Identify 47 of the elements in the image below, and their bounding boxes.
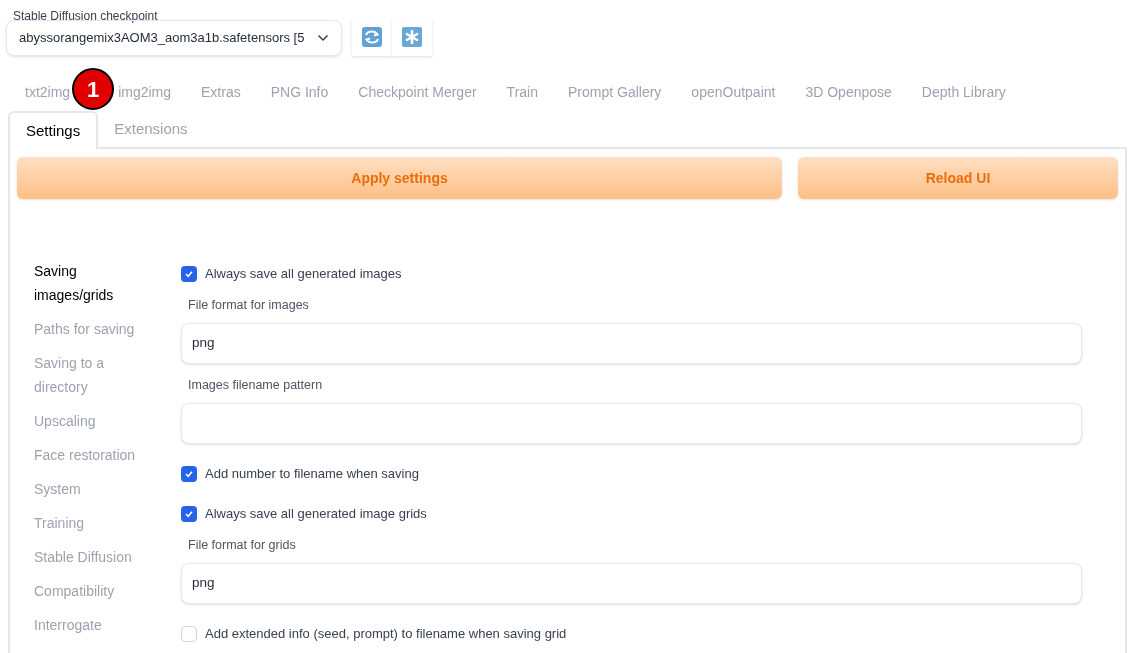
tab[interactable]: txt2img <box>25 81 71 103</box>
checkmark-icon <box>184 469 194 479</box>
sidebar-item[interactable]: Upscaling <box>34 404 159 438</box>
tab[interactable]: PNG Info <box>270 81 329 103</box>
action-button[interactable]: Apply settings <box>17 157 782 199</box>
checkbox-label: Always save all generated image grids <box>205 505 427 524</box>
tab[interactable]: Prompt Gallery <box>568 81 662 103</box>
asterisk-icon <box>402 27 422 47</box>
sidebar-item[interactable]: System <box>34 472 159 506</box>
input-field[interactable]: png <box>181 323 1082 364</box>
sidebar-item[interactable]: Saving images/grids <box>34 254 159 312</box>
sidebar-item[interactable]: Training <box>34 506 159 540</box>
checkmark-icon <box>184 509 194 519</box>
checkbox[interactable] <box>181 466 197 482</box>
input-field[interactable]: png <box>181 563 1082 604</box>
field-label: Images filename pattern <box>187 377 324 394</box>
checkbox-label: Add number to filename when saving <box>205 465 419 484</box>
field-label: File format for images <box>187 297 310 314</box>
checkbox[interactable] <box>181 506 197 522</box>
checkbox-label: Add extended info (seed, prompt) to filename when saving grid <box>205 625 567 644</box>
checkmark-icon <box>184 269 194 279</box>
field-label: File format for grids <box>187 537 297 554</box>
sidebar-item[interactable]: Paths for saving <box>34 312 159 346</box>
sidebar-item[interactable]: Face restoration <box>34 438 159 472</box>
tab[interactable]: openOutpaint <box>691 81 776 103</box>
checkbox-label: Always save all generated images <box>205 265 402 284</box>
input-field[interactable] <box>181 403 1082 444</box>
tab[interactable]: Depth Library <box>921 81 1006 103</box>
tab[interactable]: Extensions <box>98 111 204 149</box>
tab[interactable]: Extras <box>201 81 241 103</box>
checkbox[interactable] <box>181 626 197 642</box>
asterisk-button[interactable] <box>392 18 432 56</box>
refresh-button[interactable] <box>352 18 392 56</box>
sidebar-item[interactable]: Saving to a directory <box>34 346 159 404</box>
action-button[interactable]: Reload UI <box>798 157 1118 199</box>
tab[interactable]: Checkpoint Merger <box>358 81 477 103</box>
checkbox[interactable] <box>181 266 197 282</box>
tab[interactable]: Settings <box>8 111 99 149</box>
tab[interactable]: 3D Openpose <box>805 81 892 103</box>
sidebar-item[interactable]: Stable Diffusion <box>34 540 159 574</box>
tab[interactable]: img2img <box>118 81 172 103</box>
chevron-down-icon <box>317 34 329 42</box>
step-badge: 1 <box>72 68 114 110</box>
refresh-icon <box>362 27 382 47</box>
sidebar-item[interactable]: Interrogate <box>34 608 159 642</box>
tab[interactable]: Train <box>506 81 538 103</box>
sidebar-item[interactable]: Compatibility <box>34 574 159 608</box>
